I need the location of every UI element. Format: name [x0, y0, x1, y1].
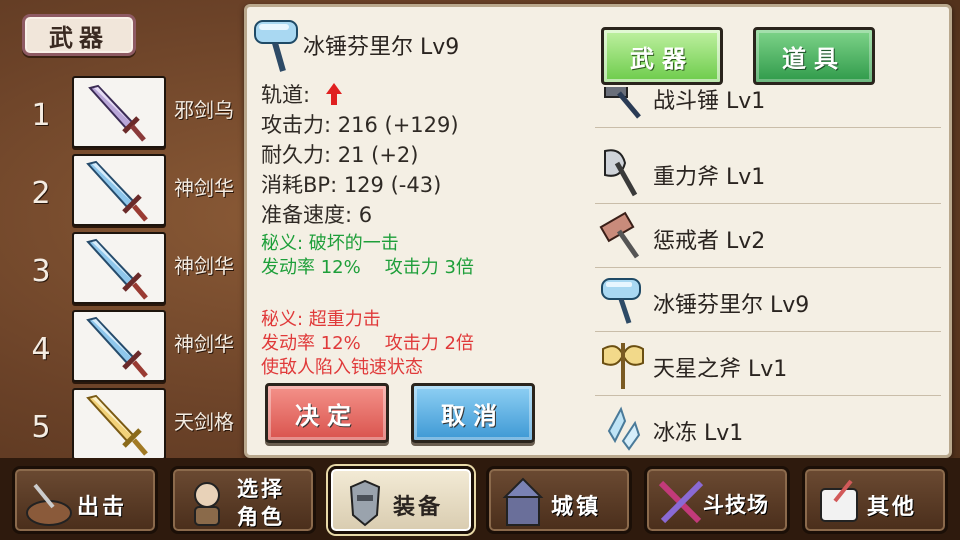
arena-swords-icon [658, 480, 704, 524]
slot-number: 1 [31, 98, 51, 133]
punisher-hammer-icon [599, 211, 640, 259]
list-item[interactable]: 重力斧 Lv1 [595, 141, 941, 204]
nav-label-text: 选择 角色 [237, 477, 285, 529]
slot-weapon-name: 天剑格 [174, 410, 234, 434]
tab-weapons-label: 武器 [630, 44, 694, 73]
skill1-name: 秘义: 破坏的一击 [261, 233, 399, 254]
ice-shard-icon [607, 406, 641, 451]
nav-sortie[interactable]: 出击 [12, 466, 158, 534]
slot-number: 5 [31, 410, 51, 445]
nav-equipment[interactable]: 装备 [328, 466, 474, 534]
trajectory-row: 轨道: [261, 79, 343, 109]
equipment-screen: 武器 1 邪剑乌 2 神剑华 3 神剑华 4 神剑华 5 天剑格 冰锤芬里尔 L… [0, 0, 960, 540]
slot-weapon-name: 神剑华 [174, 254, 234, 278]
weapon-slot-1[interactable] [72, 76, 166, 148]
slot-weapon-name: 神剑华 [174, 332, 234, 356]
skill1-stats: 发动率 12% 攻击力 3倍 [261, 253, 474, 279]
skill1-power: 攻击力 3倍 [384, 257, 474, 278]
ice-hammer-icon [601, 278, 641, 324]
slot-number: 2 [31, 176, 51, 211]
star-axe-icon [602, 343, 644, 389]
durability-stat: 耐久力: 21 (+2) [261, 143, 419, 167]
slot-number: 4 [31, 332, 51, 367]
skill2-name: 秘义: 超重力击 [261, 309, 381, 330]
war-hammer-icon [604, 87, 641, 119]
gravity-axe-icon [604, 149, 638, 197]
list-item-label: 冰冻 Lv1 [653, 421, 744, 446]
nav-label: 其他 [867, 495, 918, 520]
trajectory-label: 轨道: [261, 83, 311, 107]
list-item[interactable]: 惩戒者 Lv2 [595, 205, 941, 268]
character-icon [194, 482, 220, 526]
tab-items[interactable]: 道具 [753, 27, 875, 85]
tab-items-label: 道具 [782, 44, 846, 73]
list-item-label: 天星之斧 Lv1 [653, 357, 788, 382]
bottom-nav-bar: 出击 选择 角色 装备 城镇 斗技场 其他 [0, 458, 960, 540]
weapon-slot-3[interactable] [72, 232, 166, 304]
list-item-label: 冰锤芬里尔 Lv9 [653, 293, 810, 318]
nav-label: 出击 [77, 495, 128, 520]
nav-label: 装备 [393, 495, 444, 520]
weapon-title: 冰锤芬里尔 Lv9 [303, 35, 460, 60]
purple-sword-icon [88, 84, 146, 142]
list-item[interactable]: 天星之斧 Lv1 [595, 333, 941, 396]
weapon-slot-2[interactable] [72, 154, 166, 226]
skill1-rate: 发动率 12% [261, 257, 361, 278]
blue-sword-icon [86, 160, 148, 222]
blue-sword-icon [86, 238, 148, 300]
gold-sword-icon [86, 394, 148, 456]
nav-town[interactable]: 城镇 [486, 466, 632, 534]
weapon-inventory-list[interactable]: 战斗锤 Lv1 重力斧 Lv1 惩戒者 Lv2 冰锤芬里尔 Lv9 天星之斧 L… [595, 87, 941, 453]
ice-hammer-icon [254, 20, 298, 72]
skill2-rate: 发动率 12% [261, 333, 361, 354]
nav-label: 斗技场 [703, 493, 769, 517]
confirm-label: 决定 [295, 401, 359, 430]
slot-number: 3 [31, 254, 51, 289]
weapon-section-tab: 武器 [22, 14, 136, 56]
list-item[interactable]: 冰冻 Lv1 [595, 397, 941, 453]
nav-label: 选择 角色 [237, 475, 285, 531]
confirm-button[interactable]: 决定 [265, 383, 389, 443]
slot-weapon-name: 邪剑乌 [174, 98, 234, 122]
nav-other[interactable]: 其他 [802, 466, 948, 534]
armor-icon [349, 479, 381, 527]
equipment-detail-panel: 冰锤芬里尔 Lv9 轨道: 攻击力: 216 (+129) 耐久力: 21 (+… [244, 4, 952, 458]
slot-weapon-name: 神剑华 [174, 176, 234, 200]
list-item-label: 惩戒者 Lv2 [653, 229, 766, 254]
nav-label: 城镇 [551, 495, 602, 520]
list-item-label: 战斗锤 Lv1 [653, 89, 766, 114]
weapon-tab-label: 武器 [49, 23, 109, 52]
cancel-label: 取消 [441, 401, 505, 430]
nav-select-character[interactable]: 选择 角色 [170, 466, 316, 534]
attack-stat: 攻击力: 216 (+129) [261, 113, 459, 137]
blue-sword-icon [86, 316, 148, 378]
up-arrow-icon [325, 83, 342, 105]
weapon-slot-5[interactable] [72, 388, 166, 460]
castle-icon [502, 477, 544, 526]
list-item[interactable]: 冰锤芬里尔 Lv9 [595, 269, 941, 332]
skill2-stats: 发动率 12% 攻击力 2倍 [261, 329, 474, 355]
tab-weapons[interactable]: 武器 [601, 27, 723, 85]
bp-cost-stat: 消耗BP: 129 (-43) [261, 173, 442, 197]
nav-arena[interactable]: 斗技场 [644, 466, 790, 534]
sortie-icon [26, 483, 72, 526]
skill2-effect: 使敌人陷入钝速状态 [261, 357, 423, 378]
list-item-label: 重力斧 Lv1 [653, 165, 766, 190]
other-scroll-icon [820, 479, 858, 522]
weapon-slot-4[interactable] [72, 310, 166, 382]
ready-speed-stat: 准备速度: 6 [261, 203, 373, 227]
skill2-power: 攻击力 2倍 [384, 333, 474, 354]
list-item[interactable]: 战斗锤 Lv1 [595, 87, 941, 128]
cancel-button[interactable]: 取消 [411, 383, 535, 443]
